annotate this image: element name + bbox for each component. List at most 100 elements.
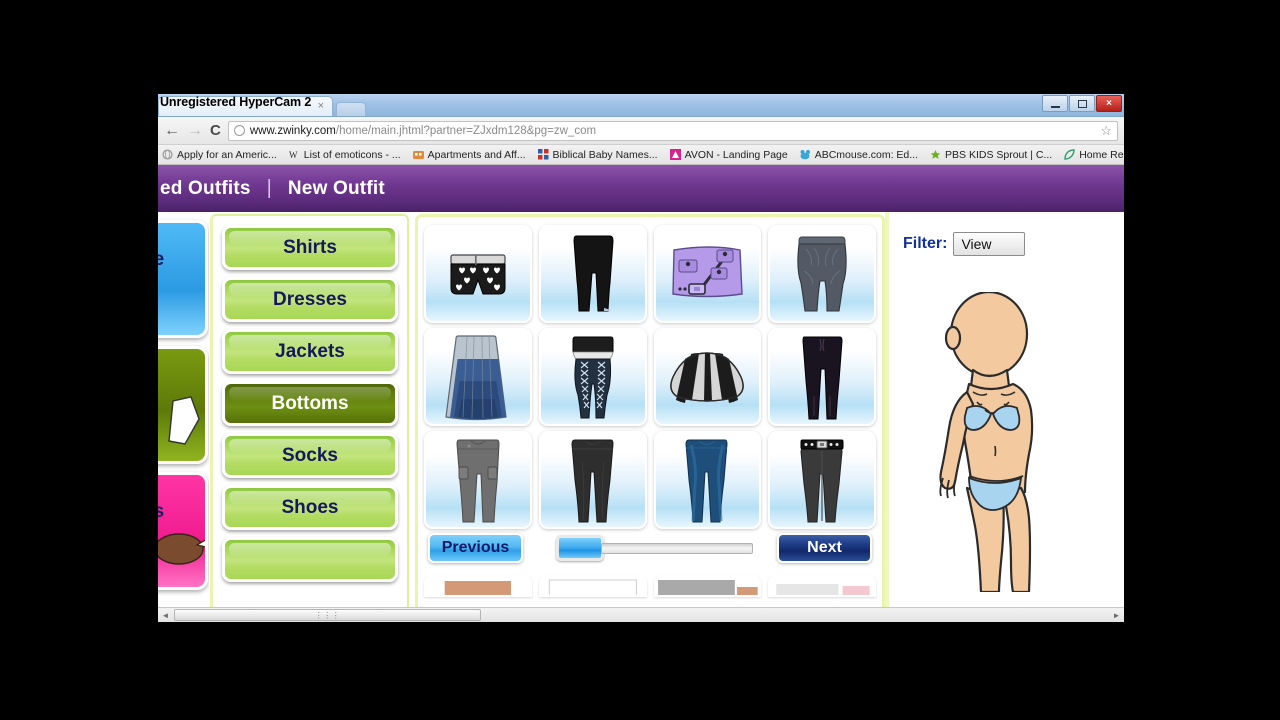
scrollbar-thumb[interactable]: ⋮⋮⋮ bbox=[174, 609, 481, 621]
category-button-dresses[interactable]: Dresses bbox=[222, 277, 398, 322]
item-blue-long-skirt[interactable] bbox=[424, 328, 532, 426]
horizontal-scrollbar[interactable]: ◄ ⋮⋮⋮ ► bbox=[158, 607, 1124, 622]
nav-separator: | bbox=[266, 177, 272, 199]
purple-buckle-skirt-icon bbox=[672, 246, 744, 298]
filter-label: Filter: bbox=[903, 235, 948, 252]
bookmark-item[interactable]: W List of emoticons - ... bbox=[289, 149, 401, 161]
category-label: Shirts bbox=[283, 236, 337, 258]
item-gray-harem-pants[interactable] bbox=[768, 225, 876, 323]
back-icon[interactable]: ← bbox=[164, 122, 180, 139]
black-white-tutu-icon bbox=[670, 352, 745, 403]
dark-gray-skinny-jeans-icon bbox=[571, 439, 614, 523]
nav-saved-outfits[interactable]: ed Outfits bbox=[160, 178, 251, 200]
bookmark-label: Apply for an Americ... bbox=[177, 148, 277, 161]
content-area: ce es bbox=[158, 212, 1124, 622]
page-slider[interactable] bbox=[555, 535, 753, 561]
scroll-right-arrow-icon[interactable]: ► bbox=[1109, 608, 1124, 623]
slider-track[interactable] bbox=[600, 542, 753, 554]
black-leggings-icon bbox=[573, 235, 614, 312]
rail-card-label: ce bbox=[158, 249, 164, 271]
bookmark-item[interactable]: Home Remedies for ... bbox=[1064, 149, 1124, 161]
item-grid bbox=[424, 225, 876, 529]
slider-thumb[interactable] bbox=[555, 535, 604, 561]
address-bar[interactable]: www.zwinky.com/home/main.jhtml?partner=Z… bbox=[227, 120, 1118, 141]
black-drawstring-pants-icon bbox=[802, 336, 843, 420]
bookmark-label: Home Remedies for ... bbox=[1079, 148, 1124, 161]
bookmark-item[interactable]: Biblical Baby Names... bbox=[537, 149, 658, 161]
item-gray-cargo-pants[interactable] bbox=[424, 431, 532, 529]
bookmark-label: ABCmouse.com: Ed... bbox=[814, 148, 919, 161]
item-studded-belt-jeggings[interactable] bbox=[768, 431, 876, 529]
sprout-icon bbox=[930, 149, 941, 160]
reload-icon[interactable]: C bbox=[210, 123, 221, 138]
globe-icon bbox=[162, 149, 173, 160]
partial-item-cell[interactable] bbox=[538, 575, 647, 597]
new-tab-button[interactable] bbox=[336, 102, 366, 116]
apartments-icon bbox=[412, 149, 424, 160]
filter-selected-option: View bbox=[961, 236, 992, 252]
bookmarks-bar: Apply for an Americ... W List of emotico… bbox=[158, 145, 1124, 165]
avatar-panel: Filter: View bbox=[885, 212, 1124, 622]
partial-item-row bbox=[424, 575, 876, 597]
category-button-jackets[interactable]: Jackets bbox=[222, 329, 398, 374]
category-label: Dresses bbox=[273, 288, 347, 310]
bookmark-item[interactable]: Apartments and Aff... bbox=[412, 148, 526, 161]
category-button-partial[interactable] bbox=[222, 537, 398, 582]
minimize-button[interactable] bbox=[1042, 95, 1068, 112]
item-blue-skinny-jeans[interactable] bbox=[653, 431, 762, 529]
svg-text:W: W bbox=[289, 150, 298, 160]
gray-cargo-pants-icon bbox=[456, 439, 500, 523]
category-label: Shoes bbox=[281, 496, 339, 518]
items-panel: Previous Next bbox=[415, 214, 885, 622]
rail-card-face[interactable]: ce bbox=[158, 220, 208, 338]
item-purple-buckle-skirt[interactable] bbox=[653, 225, 762, 323]
bookmark-item[interactable]: Apply for an Americ... bbox=[162, 149, 277, 161]
avon-icon bbox=[669, 149, 681, 160]
blue-skinny-jeans-icon bbox=[685, 439, 728, 523]
leaf-icon bbox=[1064, 149, 1075, 160]
maximize-button[interactable] bbox=[1069, 95, 1095, 112]
item-heart-print-shorts[interactable] bbox=[424, 225, 532, 323]
site-info-icon[interactable] bbox=[233, 125, 245, 136]
squares-icon bbox=[537, 149, 549, 160]
item-dark-gray-skinny-jeans[interactable] bbox=[538, 431, 647, 529]
category-button-socks[interactable]: Socks bbox=[222, 433, 398, 478]
category-button-shoes[interactable]: Shoes bbox=[222, 485, 398, 530]
partial-item-cell[interactable] bbox=[653, 575, 762, 597]
category-button-bottoms[interactable]: Bottoms bbox=[222, 381, 398, 426]
window-controls: × bbox=[1042, 95, 1122, 112]
nav-new-outfit[interactable]: New Outfit bbox=[288, 178, 385, 200]
avatar[interactable] bbox=[897, 290, 1047, 597]
rail-card-clothes[interactable] bbox=[158, 346, 208, 464]
bookmark-item[interactable]: PBS KIDS Sprout | C... bbox=[930, 149, 1052, 161]
video-stage: × Unregistered HyperCam 2 × ← → C www.zw… bbox=[0, 0, 1280, 720]
scroll-left-arrow-icon[interactable]: ◄ bbox=[158, 608, 173, 623]
bookmark-label: Apartments and Aff... bbox=[427, 148, 526, 161]
item-black-drawstring-pants[interactable] bbox=[768, 328, 876, 426]
tab-close-icon[interactable]: × bbox=[318, 100, 324, 112]
bookmark-label: List of emoticons - ... bbox=[303, 148, 401, 161]
close-button[interactable]: × bbox=[1096, 95, 1122, 112]
bookmark-item[interactable]: AVON - Landing Page bbox=[669, 149, 788, 161]
item-black-leggings[interactable] bbox=[538, 225, 647, 323]
clothes-thumb-icon bbox=[168, 396, 200, 445]
category-label: Bottoms bbox=[271, 392, 349, 414]
category-label: Jackets bbox=[275, 340, 345, 362]
partial-item-cell[interactable] bbox=[768, 575, 876, 597]
zwinky-avatar-figure bbox=[939, 290, 1034, 594]
laceup-tights-icon bbox=[572, 336, 614, 419]
previous-button[interactable]: Previous bbox=[428, 533, 523, 563]
category-button-shirts[interactable]: Shirts bbox=[222, 225, 398, 270]
partial-item-cell[interactable] bbox=[424, 575, 532, 597]
rail-card-accessories[interactable]: es bbox=[158, 472, 208, 590]
rail-card-label: es bbox=[158, 501, 164, 523]
filter-select[interactable]: View bbox=[953, 232, 1026, 256]
bookmark-star-icon[interactable]: ☆ bbox=[1100, 123, 1112, 139]
item-black-white-tutu[interactable] bbox=[653, 328, 762, 426]
forward-icon[interactable]: → bbox=[187, 122, 203, 139]
category-panel: Shirts Dresses Jackets Bottoms Socks Sho… bbox=[210, 214, 409, 622]
maximize-icon bbox=[1077, 99, 1087, 108]
next-button[interactable]: Next bbox=[777, 533, 872, 563]
bookmark-item[interactable]: ABCmouse.com: Ed... bbox=[800, 149, 918, 161]
item-laceup-tights[interactable] bbox=[538, 328, 647, 426]
